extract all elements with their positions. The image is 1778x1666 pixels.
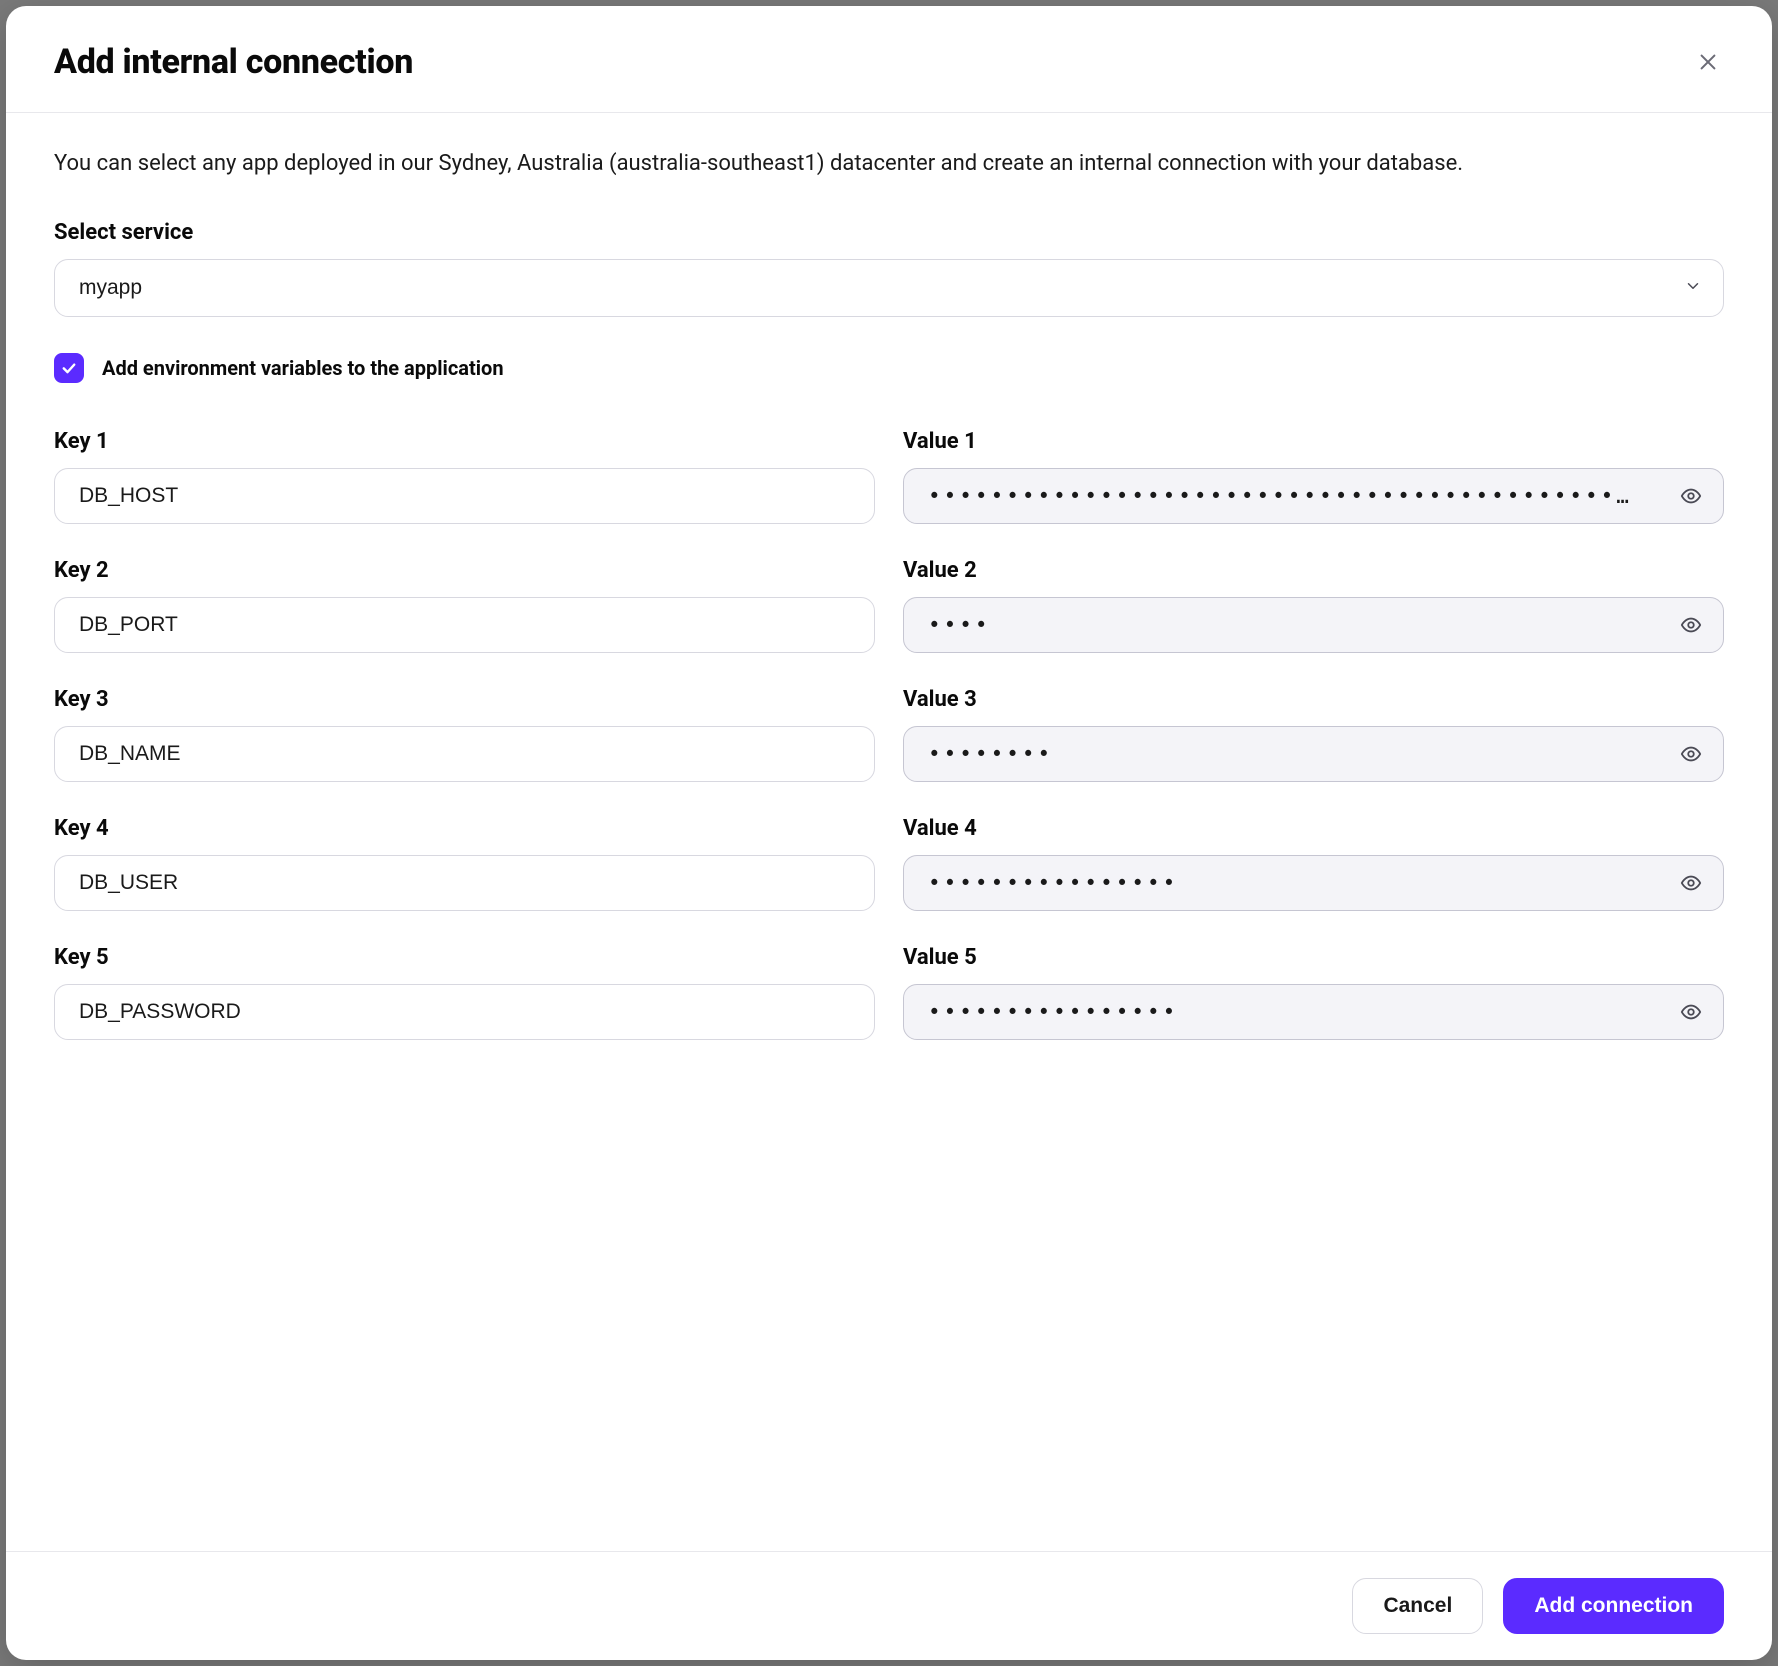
value-input-2[interactable] xyxy=(903,597,1724,653)
add-internal-connection-modal: Add internal connection You can select a… xyxy=(6,6,1772,1660)
key-block-1: Key 1 xyxy=(54,429,875,524)
value-label: Value 1 xyxy=(903,429,1724,454)
env-var-grid: Key 1 Value 1 Key 2 Value 2 xyxy=(54,429,1724,1074)
key-block-2: Key 2 xyxy=(54,558,875,653)
eye-icon xyxy=(1680,1001,1702,1023)
value-label: Value 4 xyxy=(903,816,1724,841)
value-block-4: Value 4 xyxy=(903,816,1724,911)
eye-icon xyxy=(1680,485,1702,507)
value-input-1[interactable] xyxy=(903,468,1724,524)
add-connection-button[interactable]: Add connection xyxy=(1503,1578,1724,1634)
reveal-value-3-button[interactable] xyxy=(1676,739,1706,769)
key-input-3[interactable] xyxy=(54,726,875,782)
close-button[interactable] xyxy=(1692,46,1724,78)
modal-header: Add internal connection xyxy=(6,6,1772,113)
eye-icon xyxy=(1680,614,1702,636)
key-block-5: Key 5 xyxy=(54,945,875,1040)
key-label: Key 5 xyxy=(54,945,875,970)
select-service-input[interactable] xyxy=(54,259,1724,317)
value-block-5: Value 5 xyxy=(903,945,1724,1040)
key-input-1[interactable] xyxy=(54,468,875,524)
modal-title: Add internal connection xyxy=(54,42,413,82)
value-input-4[interactable] xyxy=(903,855,1724,911)
check-icon xyxy=(60,359,78,377)
value-block-3: Value 3 xyxy=(903,687,1724,782)
reveal-value-2-button[interactable] xyxy=(1676,610,1706,640)
reveal-value-5-button[interactable] xyxy=(1676,997,1706,1027)
eye-icon xyxy=(1680,872,1702,894)
key-label: Key 1 xyxy=(54,429,875,454)
close-icon xyxy=(1697,51,1719,73)
modal-description: You can select any app deployed in our S… xyxy=(54,147,1724,180)
reveal-value-1-button[interactable] xyxy=(1676,481,1706,511)
select-service-wrap xyxy=(54,259,1724,317)
value-label: Value 2 xyxy=(903,558,1724,583)
value-input-5[interactable] xyxy=(903,984,1724,1040)
modal-body: You can select any app deployed in our S… xyxy=(6,113,1772,1551)
key-input-2[interactable] xyxy=(54,597,875,653)
env-var-checkbox-label: Add environment variables to the applica… xyxy=(102,356,504,380)
key-label: Key 4 xyxy=(54,816,875,841)
key-label: Key 3 xyxy=(54,687,875,712)
key-input-5[interactable] xyxy=(54,984,875,1040)
eye-icon xyxy=(1680,743,1702,765)
key-input-4[interactable] xyxy=(54,855,875,911)
modal-footer: Cancel Add connection xyxy=(6,1551,1772,1660)
env-var-checkbox[interactable] xyxy=(54,353,84,383)
value-input-3[interactable] xyxy=(903,726,1724,782)
value-label: Value 3 xyxy=(903,687,1724,712)
value-label: Value 5 xyxy=(903,945,1724,970)
cancel-button[interactable]: Cancel xyxy=(1352,1578,1483,1634)
key-label: Key 2 xyxy=(54,558,875,583)
reveal-value-4-button[interactable] xyxy=(1676,868,1706,898)
value-block-1: Value 1 xyxy=(903,429,1724,524)
env-var-checkbox-row: Add environment variables to the applica… xyxy=(54,353,1724,383)
key-block-4: Key 4 xyxy=(54,816,875,911)
value-block-2: Value 2 xyxy=(903,558,1724,653)
select-service-label: Select service xyxy=(54,220,1724,245)
key-block-3: Key 3 xyxy=(54,687,875,782)
